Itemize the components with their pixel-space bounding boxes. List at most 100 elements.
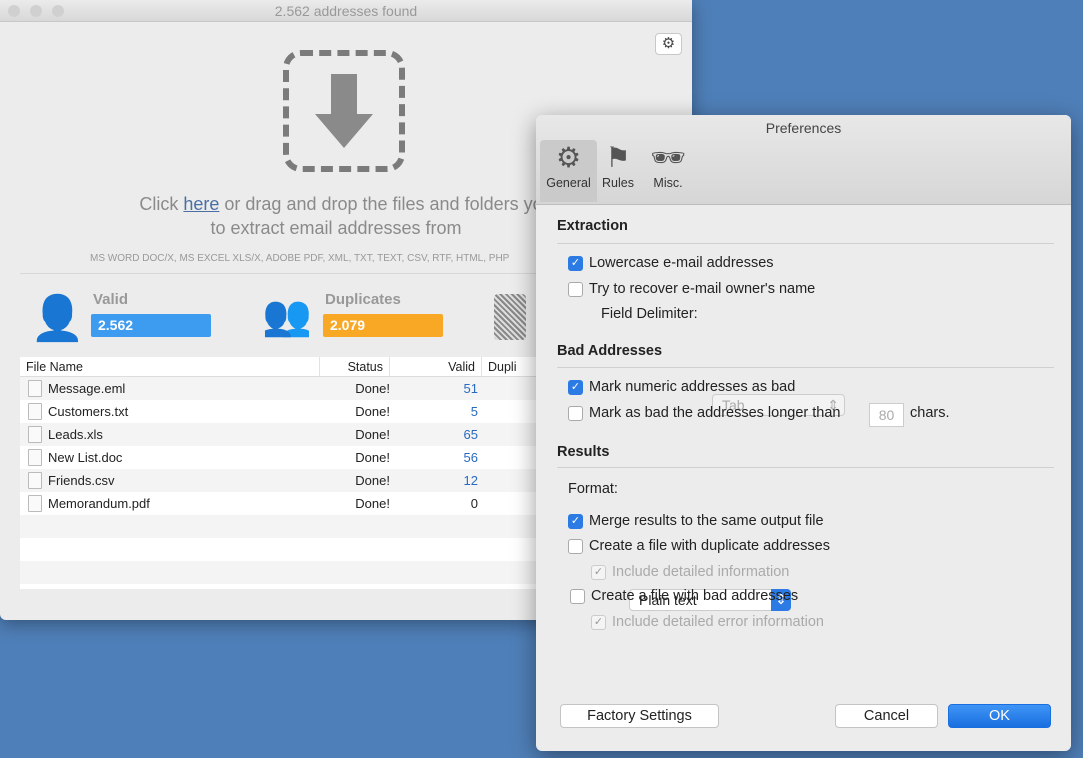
file-name-cell: New List.doc <box>20 449 320 466</box>
bad-file-checkbox[interactable]: Create a file with bad addresses <box>570 588 798 604</box>
instr-text: Click <box>139 194 184 214</box>
label: Merge results to the same output file <box>589 513 824 529</box>
label: Lowercase e-mail addresses <box>589 255 774 271</box>
settings-gear-button[interactable]: ⚙ <box>655 33 682 55</box>
label: Mark numeric addresses as bad <box>589 379 796 395</box>
table-row[interactable]: Customers.txt Done! 5 <box>20 400 540 423</box>
file-name-cell: Message.eml <box>20 380 320 397</box>
file-icon <box>28 380 42 397</box>
status-cell: Done! <box>355 473 390 488</box>
table-row[interactable]: Memorandum.pdf Done! 0 <box>20 492 540 515</box>
factory-settings-button[interactable]: Factory Settings <box>560 704 719 728</box>
file-name: Friends.csv <box>48 473 115 488</box>
duplicates-label: Duplicates <box>325 291 401 308</box>
duplicates-file-checkbox[interactable]: Create a file with duplicate addresses <box>568 538 830 554</box>
longer-bad-checkbox[interactable]: Mark as bad the addresses longer than <box>568 405 840 421</box>
col-status[interactable]: Status <box>320 357 390 376</box>
file-table: File Name Status Valid Dupli Message.eml… <box>20 357 540 589</box>
table-row[interactable]: New List.doc Done! 56 <box>20 446 540 469</box>
status-cell: Done! <box>355 381 390 396</box>
file-icon <box>28 426 42 443</box>
label: Create a file with bad addresses <box>591 588 799 604</box>
duplicates-count: 2.079 <box>323 314 443 337</box>
field-delimiter-label: Field Delimiter: <box>601 306 698 322</box>
format-label: Format: <box>568 481 618 497</box>
status-cell: Done! <box>355 404 390 419</box>
file-icon <box>28 472 42 489</box>
flag-icon: ⚑ <box>605 142 631 173</box>
table-row[interactable]: Message.eml Done! 51 <box>20 377 540 400</box>
zoom-button[interactable] <box>52 5 64 17</box>
file-name-cell: Memorandum.pdf <box>20 495 320 512</box>
people-icon: 👥 <box>262 294 312 338</box>
supported-formats: MS WORD DOC/X, MS EXCEL XLS/X, ADOBE PDF… <box>90 253 510 264</box>
col-duplicates[interactable]: Dupli <box>482 357 523 376</box>
drop-zone[interactable] <box>283 50 405 172</box>
instr-text: or drag and drop the files and folders y… <box>219 194 553 214</box>
here-link[interactable]: here <box>183 194 219 214</box>
file-name-cell: Friends.csv <box>20 472 320 489</box>
valid-cell: 56 <box>463 450 478 465</box>
label: Include detailed information <box>612 564 790 580</box>
file-icon <box>28 449 42 466</box>
file-name-cell: Customers.txt <box>20 403 320 420</box>
prefs-title: Preferences <box>765 120 842 136</box>
label: Try to recover e-mail owner's name <box>589 281 816 297</box>
bad-detail-checkbox[interactable]: ✓ Include detailed error information <box>591 614 824 630</box>
table-row[interactable] <box>20 561 540 584</box>
table-row[interactable]: Leads.xls Done! 65 <box>20 423 540 446</box>
section-bad-addresses: Bad Addresses <box>557 343 663 359</box>
section-results: Results <box>557 444 610 460</box>
divider <box>557 467 1054 468</box>
preferences-window: Preferences ⚙ General ⚑ Rules 🕶 Misc. Extra… <box>536 115 1071 751</box>
tab-misc[interactable]: 🕶 Misc. <box>648 140 688 202</box>
valid-count: 2.562 <box>91 314 211 337</box>
file-name: Leads.xls <box>48 427 103 442</box>
recover-name-checkbox[interactable]: Try to recover e-mail owner's name <box>568 281 815 297</box>
download-arrow-icon <box>315 74 373 148</box>
close-button[interactable] <box>8 5 20 17</box>
ok-button[interactable]: OK <box>948 704 1051 728</box>
file-name: Customers.txt <box>48 404 129 419</box>
person-icon: 👤 <box>30 294 85 343</box>
tab-label: Misc. <box>653 176 683 190</box>
valid-cell: 65 <box>463 427 478 442</box>
tab-rules[interactable]: ⚑ Rules <box>599 140 637 202</box>
col-valid[interactable]: Valid <box>390 357 482 376</box>
merge-checkbox[interactable]: ✓ Merge results to the same output file <box>568 513 824 529</box>
gear-icon: ⚙ <box>555 142 582 173</box>
col-file-name[interactable]: File Name <box>20 357 320 376</box>
chars-label: chars. <box>910 405 950 421</box>
file-name: Memorandum.pdf <box>48 496 150 511</box>
divider <box>557 243 1054 244</box>
tab-label: General <box>546 176 591 190</box>
status-cell: Done! <box>355 450 390 465</box>
table-header: File Name Status Valid Dupli <box>20 357 540 377</box>
section-extraction: Extraction <box>557 218 628 234</box>
dup-detail-checkbox[interactable]: ✓ Include detailed information <box>591 564 789 580</box>
label: Include detailed error information <box>612 614 824 630</box>
valid-cell: 12 <box>463 473 478 488</box>
table-row[interactable]: Friends.csv Done! 12 <box>20 469 540 492</box>
file-name-cell: Leads.xls <box>20 426 320 443</box>
cancel-button[interactable]: Cancel <box>835 704 938 728</box>
valid-cell: 51 <box>463 381 478 396</box>
valid-label: Valid <box>93 291 129 308</box>
tab-general[interactable]: ⚙ General <box>540 140 597 202</box>
valid-cell: 5 <box>470 404 478 419</box>
table-row[interactable] <box>20 538 540 561</box>
file-icon <box>28 403 42 420</box>
lowercase-checkbox[interactable]: ✓ Lowercase e-mail addresses <box>568 255 774 271</box>
trash-icon[interactable] <box>494 294 526 340</box>
label: Mark as bad the addresses longer than <box>589 405 841 421</box>
table-row[interactable] <box>20 584 540 589</box>
file-icon <box>28 495 42 512</box>
minimize-button[interactable] <box>30 5 42 17</box>
tab-label: Rules <box>602 176 634 190</box>
max-length-input[interactable]: 80 <box>869 403 904 427</box>
table-body: Message.eml Done! 51 Customers.txt Done! 5 Lea… <box>20 377 540 589</box>
label: Create a file with duplicate addresses <box>589 538 830 554</box>
numeric-bad-checkbox[interactable]: ✓ Mark numeric addresses as bad <box>568 379 795 395</box>
table-row[interactable] <box>20 515 540 538</box>
valid-cell: 0 <box>470 496 478 511</box>
